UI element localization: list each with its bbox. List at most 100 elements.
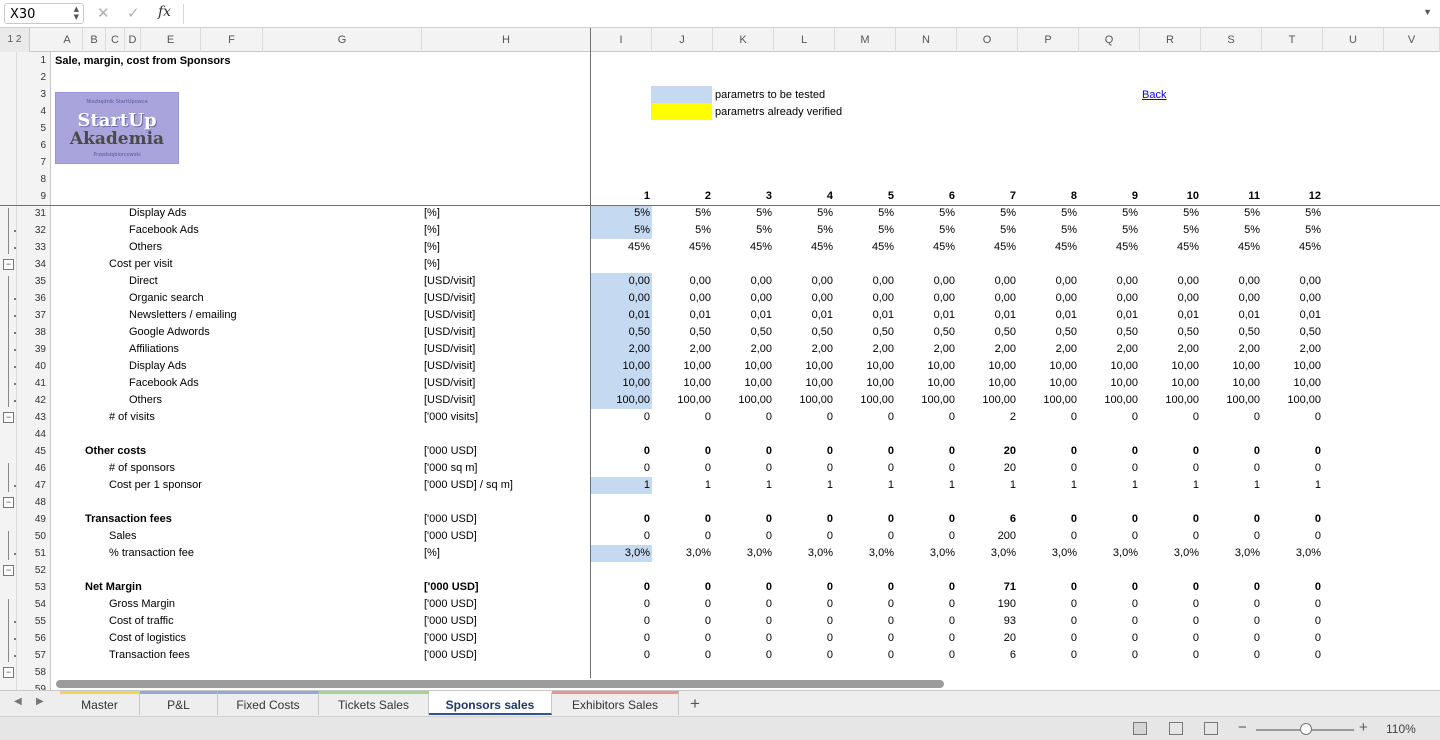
value-cell[interactable]: 0: [713, 443, 774, 460]
collapse-group-icon[interactable]: −: [3, 667, 14, 678]
column-header-r[interactable]: R: [1140, 28, 1201, 52]
value-cell[interactable]: 0: [835, 409, 896, 426]
value-cell[interactable]: 0: [713, 596, 774, 613]
value-cell[interactable]: 10,00: [957, 375, 1018, 392]
value-cell[interactable]: 0: [713, 630, 774, 647]
column-header-u[interactable]: U: [1323, 28, 1384, 52]
row-unit[interactable]: [USD/visit]: [424, 341, 475, 358]
column-header-f[interactable]: F: [201, 28, 263, 52]
row-unit[interactable]: [%]: [424, 205, 440, 222]
value-cell[interactable]: 0,00: [591, 290, 652, 307]
value-cell[interactable]: 0: [1201, 460, 1262, 477]
value-cell[interactable]: 10,00: [713, 375, 774, 392]
value-cell[interactable]: 0: [1201, 596, 1262, 613]
value-cell[interactable]: 0,00: [652, 273, 713, 290]
value-cell[interactable]: 0: [591, 528, 652, 545]
value-cell[interactable]: 10,00: [1018, 358, 1079, 375]
value-cell[interactable]: 5%: [896, 222, 957, 239]
value-cell[interactable]: 0,50: [957, 324, 1018, 341]
value-cell[interactable]: 0,50: [835, 324, 896, 341]
value-cell[interactable]: 0,00: [774, 273, 835, 290]
value-cell[interactable]: 0,50: [1079, 324, 1140, 341]
value-cell[interactable]: 0: [774, 596, 835, 613]
value-cell[interactable]: 0,00: [1079, 273, 1140, 290]
value-cell[interactable]: 5%: [774, 222, 835, 239]
period-header[interactable]: 1: [591, 188, 652, 205]
row-unit[interactable]: [USD/visit]: [424, 324, 475, 341]
value-cell[interactable]: 0: [713, 528, 774, 545]
value-cell[interactable]: 0: [1140, 579, 1201, 596]
collapse-group-icon[interactable]: −: [3, 497, 14, 508]
row-unit[interactable]: [USD/visit]: [424, 392, 475, 409]
value-cell[interactable]: 10,00: [652, 375, 713, 392]
column-header-v[interactable]: V: [1384, 28, 1440, 52]
value-cell[interactable]: 0: [1201, 630, 1262, 647]
outline-level-buttons[interactable]: 1 2: [0, 28, 30, 52]
value-cell[interactable]: 45%: [713, 239, 774, 256]
row-number[interactable]: 49: [35, 511, 46, 528]
row-label[interactable]: # of visits: [109, 409, 155, 426]
value-cell[interactable]: 2: [957, 409, 1018, 426]
confirm-icon[interactable]: ✓: [127, 4, 140, 22]
row-number[interactable]: 5: [40, 120, 46, 137]
collapse-group-icon[interactable]: −: [3, 565, 14, 576]
value-cell[interactable]: 0: [835, 630, 896, 647]
row-unit[interactable]: [USD/visit]: [424, 290, 475, 307]
value-cell[interactable]: 0: [652, 528, 713, 545]
row-unit[interactable]: ['000 USD] / sq m]: [424, 477, 513, 494]
row-unit[interactable]: [%]: [424, 256, 440, 273]
row-number[interactable]: 39: [35, 341, 46, 358]
value-cell[interactable]: 0: [896, 579, 957, 596]
column-header-g[interactable]: G: [263, 28, 422, 52]
value-cell[interactable]: 10,00: [1140, 358, 1201, 375]
value-cell[interactable]: 0,50: [1018, 324, 1079, 341]
row-number[interactable]: 48: [35, 494, 46, 511]
column-header-j[interactable]: J: [652, 28, 713, 52]
period-header[interactable]: 2: [652, 188, 713, 205]
value-cell[interactable]: 1: [896, 477, 957, 494]
value-cell[interactable]: 3,0%: [774, 545, 835, 562]
value-cell[interactable]: 1: [713, 477, 774, 494]
value-cell[interactable]: 0: [835, 443, 896, 460]
value-cell[interactable]: 0: [774, 613, 835, 630]
row-label[interactable]: Facebook Ads: [129, 222, 199, 239]
value-cell[interactable]: 2,00: [774, 341, 835, 358]
value-cell[interactable]: 0,00: [957, 273, 1018, 290]
value-cell[interactable]: 0: [1140, 630, 1201, 647]
value-cell[interactable]: 100,00: [1140, 392, 1201, 409]
value-cell[interactable]: 0: [896, 613, 957, 630]
value-cell[interactable]: 45%: [1079, 239, 1140, 256]
value-cell[interactable]: 1: [591, 477, 652, 494]
period-header[interactable]: 9: [1079, 188, 1140, 205]
value-cell[interactable]: 0,01: [835, 307, 896, 324]
value-cell[interactable]: 0: [774, 647, 835, 664]
value-cell[interactable]: 5%: [713, 222, 774, 239]
row-label[interactable]: Facebook Ads: [129, 375, 199, 392]
value-cell[interactable]: 45%: [1262, 239, 1323, 256]
value-cell[interactable]: 10,00: [1262, 358, 1323, 375]
value-cell[interactable]: 5%: [1262, 222, 1323, 239]
column-header-t[interactable]: T: [1262, 28, 1323, 52]
value-cell[interactable]: 0: [652, 511, 713, 528]
value-cell[interactable]: 0: [1201, 511, 1262, 528]
value-cell[interactable]: 5%: [1140, 222, 1201, 239]
value-cell[interactable]: 0: [1018, 647, 1079, 664]
row-number[interactable]: 54: [35, 596, 46, 613]
value-cell[interactable]: 0,00: [1201, 290, 1262, 307]
row-unit[interactable]: [USD/visit]: [424, 273, 475, 290]
value-cell[interactable]: 0: [774, 460, 835, 477]
value-cell[interactable]: 0: [591, 409, 652, 426]
value-cell[interactable]: 2,00: [1018, 341, 1079, 358]
value-cell[interactable]: 10,00: [896, 375, 957, 392]
value-cell[interactable]: 0: [591, 613, 652, 630]
horizontal-scrollbar[interactable]: [51, 678, 1440, 690]
row-number[interactable]: 58: [35, 664, 46, 681]
value-cell[interactable]: 5%: [591, 205, 652, 222]
row-number[interactable]: 8: [40, 171, 46, 188]
sheet-tab-tickets-sales[interactable]: Tickets Sales: [319, 691, 429, 715]
value-cell[interactable]: 0,00: [1262, 290, 1323, 307]
value-cell[interactable]: 0: [1079, 647, 1140, 664]
row-number[interactable]: 44: [35, 426, 46, 443]
function-icon[interactable]: fx: [158, 4, 171, 20]
value-cell[interactable]: 3,0%: [835, 545, 896, 562]
